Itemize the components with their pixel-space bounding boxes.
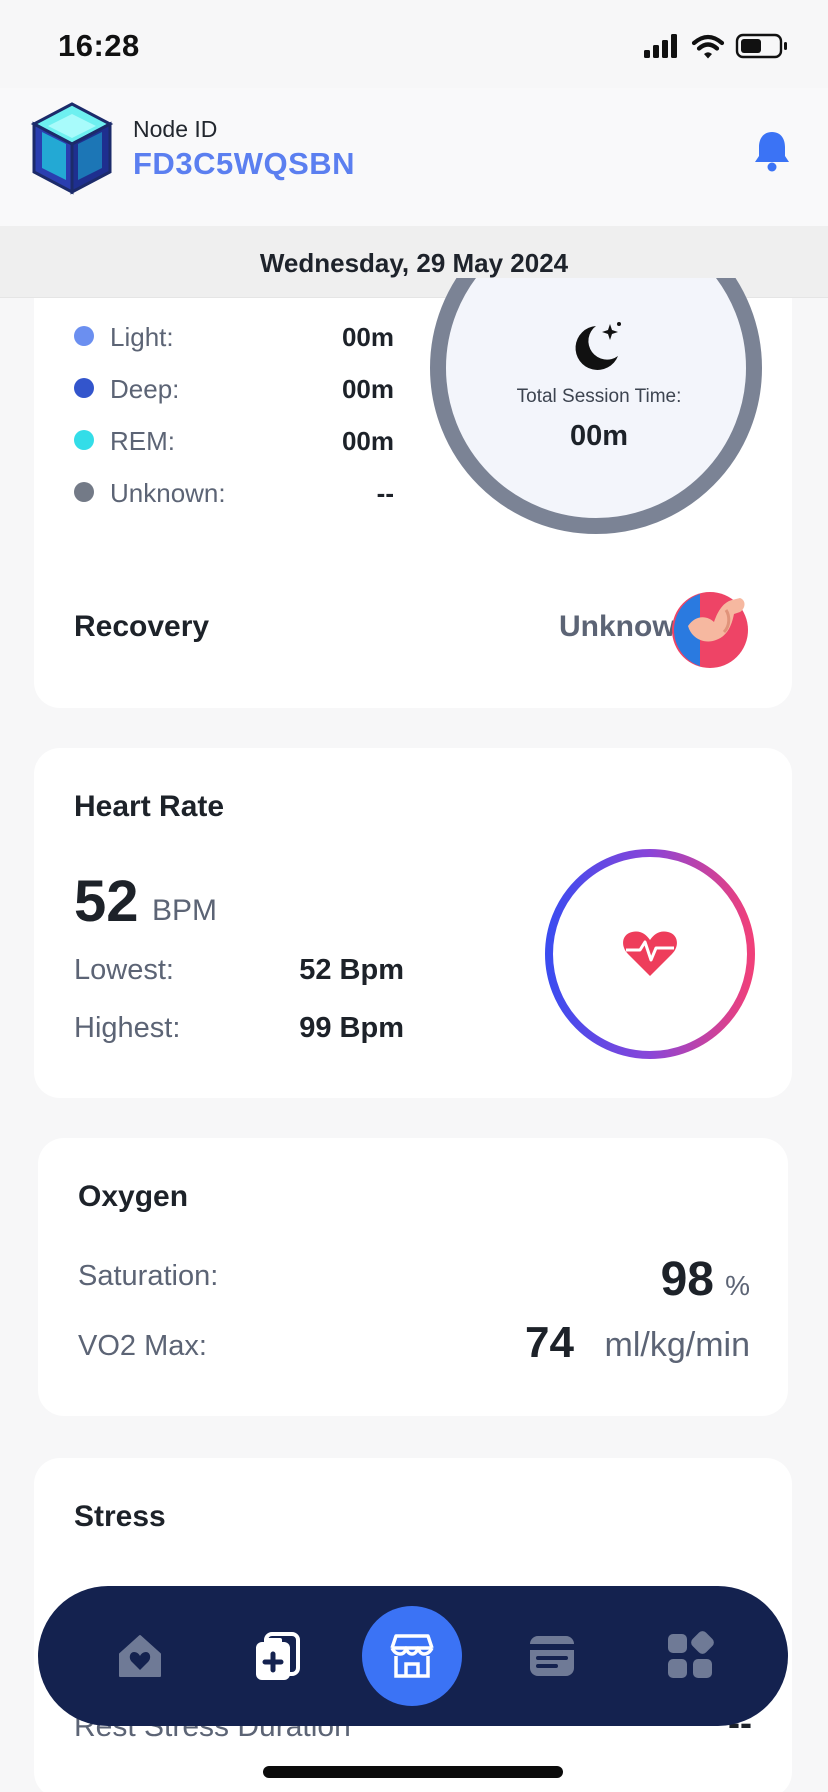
recovery-label: Recovery [74,610,210,643]
legend-value: 00m [341,322,394,352]
node-id-label: Node ID [133,116,218,142]
session-time-label: Total Session Time: [516,386,682,407]
card-icon[interactable] [524,1628,580,1684]
heart-rate-value: 52 [74,869,139,934]
legend-item-deep: Deep: 00m [74,370,394,406]
unknown-dot [74,482,94,502]
home-icon[interactable] [112,1628,168,1684]
legend-value: 00m [341,426,394,456]
bell-icon[interactable] [748,126,796,174]
legend-value: -- [376,478,394,508]
heart-pulse-icon [623,931,677,976]
saturation-label: Saturation: [78,1260,219,1292]
session-time-value: 00m [569,420,629,452]
wifi-icon [691,34,725,59]
store-nav-button[interactable] [362,1606,462,1706]
lowest-value: 52 Bpm [299,954,404,986]
lowest-label: Lowest: [74,954,174,986]
battery-icon [735,33,787,59]
flexed-arm-icon [672,592,748,668]
cube-logo-icon [30,102,114,195]
heart-rate-unit: BPM [152,894,218,927]
legend-value: 00m [341,374,394,404]
legend-label: Deep: [110,374,180,404]
legend-label: REM: [110,426,175,456]
recovery-value: Unknown [559,610,694,643]
legend-item-rem: REM: 00m [74,422,394,458]
highest-label: Highest: [74,1012,181,1044]
date-text: Wednesday, 29 May 2024 [259,248,569,278]
heart-rate-card[interactable]: Heart Rate 52 BPM Lowest: 52 Bpm Highest… [34,748,792,1098]
app-header [0,88,828,226]
saturation-unit: % [725,1270,750,1301]
status-icons [644,33,787,59]
legend-item-unknown: Unknown: -- [74,474,394,510]
home-indicator[interactable] [263,1766,563,1778]
vo2-unit: ml/kg/min [604,1326,750,1364]
stress-title: Stress [74,1500,166,1533]
rem-dot [74,430,94,450]
store-icon [390,1634,434,1678]
oxygen-card[interactable]: Oxygen Saturation: 98 % VO2 Max: 74 ml/k… [38,1138,788,1416]
health-icon[interactable] [250,1628,306,1684]
apps-icon[interactable] [662,1628,718,1684]
signal-icon [644,34,677,58]
legend-label: Unknown: [110,478,226,508]
deep-dot [74,378,94,398]
sleep-card[interactable]: Light: 00m Deep: 00m REM: 00m Unknown: -… [34,278,792,708]
moon-icon [575,322,621,370]
highest-value: 99 Bpm [299,1012,404,1044]
heart-rate-ring [545,849,755,1059]
vo2-value: 74 [525,1318,574,1367]
status-time: 16:28 [58,28,140,63]
oxygen-title: Oxygen [78,1180,189,1213]
node-id-value: FD3C5WQSBN [133,146,356,181]
legend-item-light: Light: 00m [74,318,394,354]
light-dot [74,326,94,346]
vo2-label: VO2 Max: [78,1330,207,1362]
legend-label: Light: [110,322,174,352]
heart-rate-title: Heart Rate [74,790,225,823]
saturation-value: 98 [660,1253,714,1306]
bottom-nav [38,1586,788,1726]
